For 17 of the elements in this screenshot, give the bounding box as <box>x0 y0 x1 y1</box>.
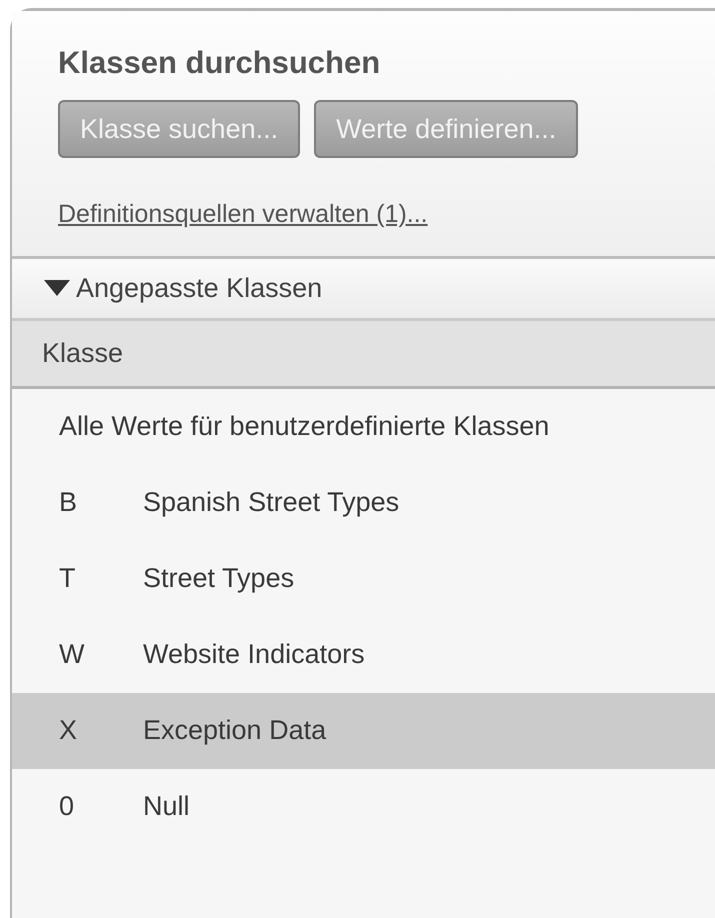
class-name: Website Indicators <box>143 638 365 672</box>
list-row[interactable]: X Exception Data <box>12 692 715 768</box>
class-code: 0 <box>59 790 76 824</box>
manage-sources-link[interactable]: Definitionsquellen verwalten (1)... <box>58 196 428 234</box>
class-code: B <box>59 486 78 520</box>
column-header[interactable]: Klasse <box>12 318 715 388</box>
class-name: Alle Werte für benutzerdefinierte Klassen <box>59 410 550 444</box>
class-code: W <box>59 638 86 672</box>
class-code: X <box>59 714 78 748</box>
section-label: Angepasste Klassen <box>76 272 322 305</box>
class-code: T <box>59 562 76 596</box>
class-name: Exception Data <box>143 714 326 748</box>
collapse-triangle-icon[interactable] <box>44 280 70 296</box>
class-name: Spanish Street Types <box>143 486 400 520</box>
class-name: Null <box>143 790 190 824</box>
panel-title: Klassen durchsuchen <box>58 47 382 78</box>
class-name: Street Types <box>143 562 294 596</box>
